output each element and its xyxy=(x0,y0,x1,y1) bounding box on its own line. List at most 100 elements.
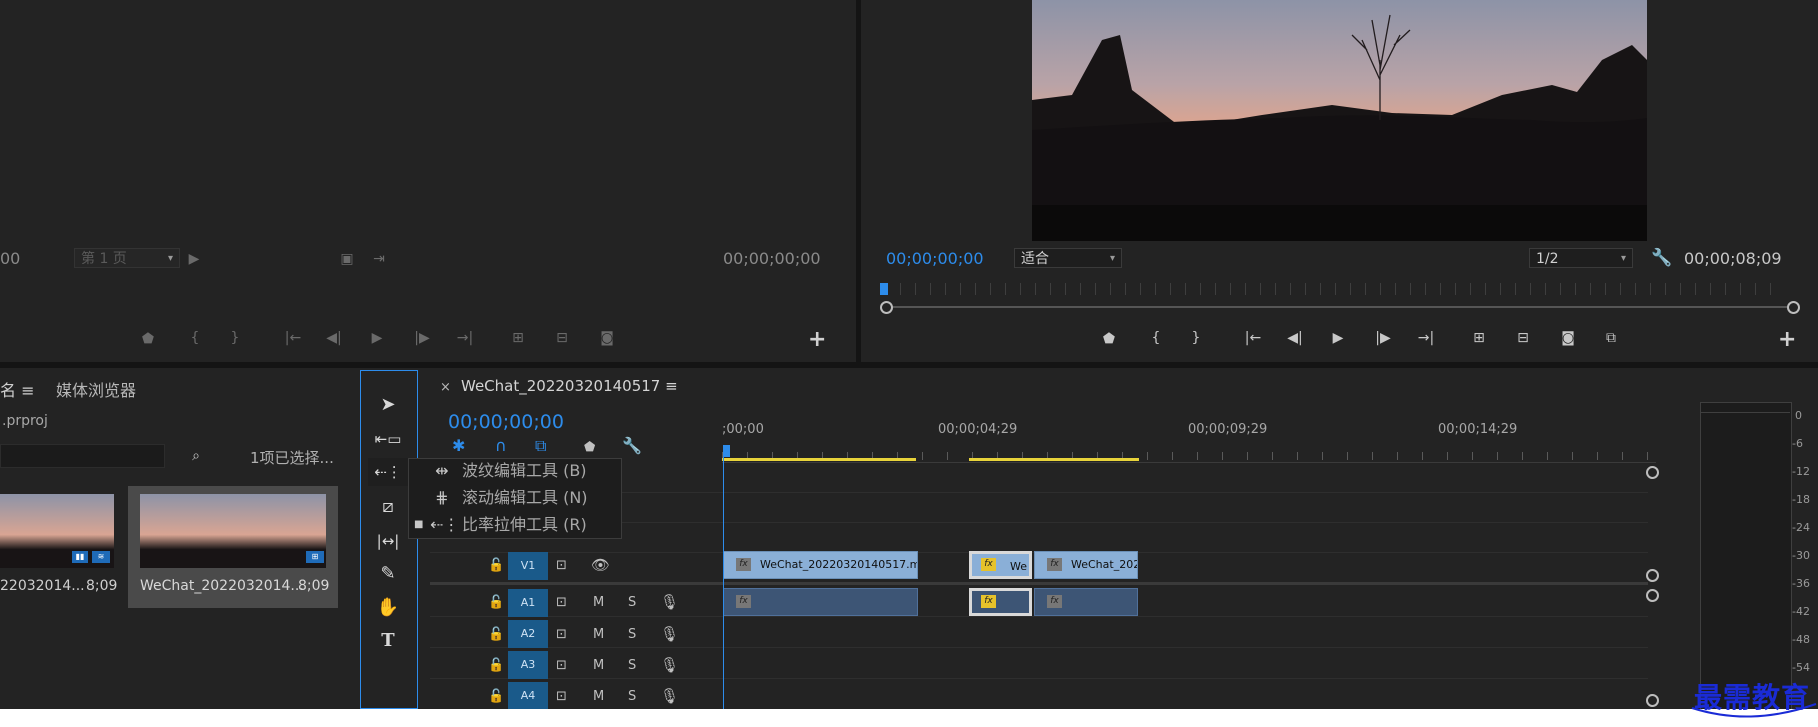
ratio-stretch-tool-icon[interactable]: ⇠⋮ xyxy=(368,458,408,486)
microphone-icon[interactable]: 🎙 xyxy=(660,688,679,704)
mute-button[interactable]: M xyxy=(593,658,604,674)
microphone-icon[interactable]: 🎙 xyxy=(660,657,679,673)
track-label-a3[interactable]: A3 xyxy=(508,651,548,679)
sync-lock-icon[interactable]: ⊡ xyxy=(556,595,567,611)
lock-track-icon[interactable]: 🔓 xyxy=(488,558,504,574)
step-back-icon[interactable]: ◀| xyxy=(324,330,344,346)
media-browser-tab[interactable]: 媒体浏览器 xyxy=(56,377,136,401)
mark-in-icon[interactable]: { xyxy=(185,330,205,346)
mute-button[interactable]: M xyxy=(593,627,604,643)
wrench-icon[interactable]: 🔧 xyxy=(1651,250,1672,267)
pen-tool-icon[interactable]: ✎ xyxy=(368,560,408,588)
step-forward-icon[interactable]: |▶ xyxy=(1373,330,1393,346)
timeline-clip-v1[interactable]: fx WeChat_202 xyxy=(1034,551,1138,579)
project-item-1[interactable]: ▮▮ ≋ 22032014... 8;09 xyxy=(0,486,124,608)
timeline-clip-v1[interactable]: fx We xyxy=(969,551,1032,579)
lock-track-icon[interactable]: 🔓 xyxy=(488,689,504,705)
mute-button[interactable]: M xyxy=(593,689,604,705)
timeline-vscroll-handle-mid[interactable] xyxy=(1646,569,1659,582)
zoom-scrollbar[interactable] xyxy=(886,306,1795,308)
ripple-edit-tool-item[interactable]: ⇹ 波纹编辑工具 (B) xyxy=(408,457,622,484)
project-search-input[interactable] xyxy=(0,444,165,468)
export-frame-small-icon[interactable]: ▣ xyxy=(337,251,357,267)
rolling-edit-tool-item[interactable]: ⋕ 滚动编辑工具 (N) xyxy=(408,484,622,511)
lock-track-icon[interactable]: 🔓 xyxy=(488,595,504,611)
play-icon[interactable]: ▶ xyxy=(1328,330,1348,346)
work-area-bar-1[interactable] xyxy=(722,458,916,461)
track-select-tool-icon[interactable]: ⇤▭ xyxy=(368,425,408,453)
find-icon[interactable]: ⌕ xyxy=(186,448,206,464)
program-time-ruler[interactable] xyxy=(885,283,1783,295)
extract-icon[interactable]: ⊟ xyxy=(1513,330,1533,346)
solo-button[interactable]: S xyxy=(628,627,636,643)
camera-icon[interactable]: ◙ xyxy=(1558,330,1578,346)
compare-view-icon[interactable]: ⧉ xyxy=(1601,330,1621,346)
lock-track-icon[interactable]: 🔓 xyxy=(488,627,504,643)
timeline-clip-a1[interactable]: fx xyxy=(1034,588,1138,616)
track-label-v1[interactable]: V1 xyxy=(508,552,548,580)
sync-lock-icon[interactable]: ⊡ xyxy=(556,658,567,674)
linked-selection-icon[interactable]: ⧉ xyxy=(535,438,546,454)
project-item-2[interactable]: ⊞ WeChat_2022032014... 8;09 xyxy=(128,486,338,608)
type-tool-icon[interactable]: T xyxy=(368,627,408,655)
program-add-button-icon[interactable]: + xyxy=(1778,329,1796,351)
rate-stretch-tool-item[interactable]: ■ ⇠⋮ 比率拉伸工具 (R) xyxy=(408,511,622,538)
timeline-clip-a1[interactable]: fx xyxy=(969,588,1032,616)
go-to-out-icon[interactable]: →| xyxy=(455,330,475,346)
add-marker-icon[interactable]: ⬟ xyxy=(584,440,595,456)
slip-tool-icon[interactable]: |↔| xyxy=(368,527,408,555)
step-back-icon[interactable]: ◀| xyxy=(1285,330,1305,346)
panel-menu-icon[interactable]: ≡ xyxy=(665,377,678,395)
selection-tool-icon[interactable]: ➤ xyxy=(368,391,408,419)
microphone-icon[interactable]: 🎙 xyxy=(660,626,679,642)
track-label-a1[interactable]: A1 xyxy=(508,589,548,617)
program-playhead[interactable] xyxy=(880,283,888,295)
work-area-bar-2[interactable] xyxy=(969,458,1139,461)
camera-icon[interactable]: ◙ xyxy=(597,330,617,346)
go-to-in-icon[interactable]: |← xyxy=(283,330,303,346)
mark-out-icon[interactable]: } xyxy=(1186,330,1206,346)
close-sequence-icon[interactable]: × xyxy=(440,380,451,395)
zoom-handle-left[interactable] xyxy=(880,301,893,314)
source-add-button-icon[interactable]: + xyxy=(808,329,826,351)
solo-button[interactable]: S xyxy=(628,689,636,705)
razor-tool-icon[interactable]: ⧄ xyxy=(368,493,408,521)
snap-magnet-icon[interactable]: ∩ xyxy=(495,438,507,454)
hand-tool-icon[interactable]: ✋ xyxy=(368,594,408,622)
insert-icon[interactable]: ⊞ xyxy=(508,330,528,346)
timeline-playhead-marker[interactable] xyxy=(723,445,730,457)
track-label-a4[interactable]: A4 xyxy=(508,682,548,709)
project-tab[interactable]: 名 ≡ xyxy=(0,377,35,401)
play-icon[interactable]: ▶ xyxy=(367,330,387,346)
sync-lock-icon[interactable]: ⊡ xyxy=(556,689,567,705)
solo-button[interactable]: S xyxy=(628,595,636,611)
solo-button[interactable]: S xyxy=(628,658,636,674)
microphone-icon[interactable]: 🎙 xyxy=(660,594,679,610)
zoom-handle-right[interactable] xyxy=(1787,301,1800,314)
timeline-timecode[interactable]: 00;00;00;00 xyxy=(448,411,564,433)
timeline-clip-a1[interactable]: fx xyxy=(723,588,918,616)
mark-out-icon[interactable]: } xyxy=(225,330,245,346)
sequence-tab[interactable]: WeChat_20220320140517 ≡ xyxy=(461,377,678,395)
overwrite-icon[interactable]: ⊟ xyxy=(552,330,572,346)
go-to-in-icon[interactable]: |← xyxy=(1243,330,1263,346)
nest-toggle-icon[interactable]: ✱ xyxy=(452,438,465,454)
track-label-a2[interactable]: A2 xyxy=(508,620,548,648)
sync-lock-icon[interactable]: ⊡ xyxy=(556,558,567,574)
lock-track-icon[interactable]: 🔓 xyxy=(488,658,504,674)
page-select[interactable]: 第 1 页 ▾ xyxy=(74,248,180,268)
add-marker-icon[interactable]: ⬟ xyxy=(1099,331,1119,347)
timeline-settings-wrench-icon[interactable]: 🔧 xyxy=(622,438,642,454)
go-to-out-icon[interactable]: →| xyxy=(1416,330,1436,346)
eye-icon[interactable]: 👁 xyxy=(591,557,610,573)
lift-icon[interactable]: ⊞ xyxy=(1469,330,1489,346)
play-small-icon[interactable]: ▶ xyxy=(184,251,204,267)
mark-in-icon[interactable]: { xyxy=(1146,330,1166,346)
timeline-playhead-line[interactable] xyxy=(723,452,724,709)
program-timecode-current[interactable]: 00;00;00;00 xyxy=(886,249,984,268)
panel-menu-icon[interactable]: ≡ xyxy=(21,381,34,400)
mute-button[interactable]: M xyxy=(593,595,604,611)
resolution-select[interactable]: 1/2 ▾ xyxy=(1529,248,1633,268)
timeline-clip-v1[interactable]: fx WeChat_20220320140517.mp xyxy=(723,551,918,579)
timeline-vscroll-handle-bottom[interactable] xyxy=(1646,694,1659,707)
